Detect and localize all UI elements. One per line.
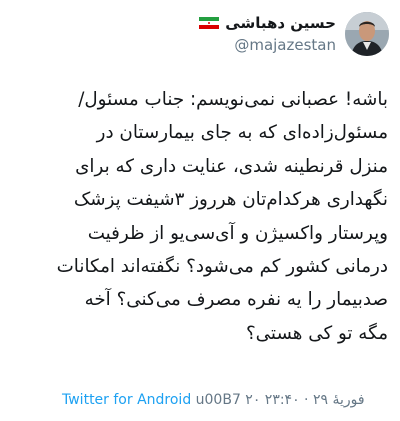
tweet-text-line: وپرستار واکسیژن و آی‌سی‌یو از ظرفیت <box>87 222 388 244</box>
avatar[interactable] <box>345 12 389 56</box>
tweet-footer: Twitter for Android u00B7 ۲۰ فوریهٔ ۲۹ ·… <box>62 392 365 408</box>
tweet-text-line: مگه تو کی هستی؟ <box>245 322 388 344</box>
tweet-timestamp[interactable]: u00B7 ۲۰ فوریهٔ ۲۹ · ۲۳:۴۰ <box>196 392 365 408</box>
iran-flag-icon <box>199 17 220 29</box>
author-name[interactable]: حسین دهباشی <box>225 14 336 32</box>
tweet-text-line: نگهداری هرکدام‌تان هرروز ۳شیفت پزشک <box>73 189 388 211</box>
tweet-text-line: باشه! عصبانی نمی‌نویسم: جناب مسئول/ <box>78 89 388 110</box>
author-handle[interactable]: @majazestan <box>234 36 336 54</box>
tweet-text-line: منزل قرنطینه شدی، عنایت داری که برای <box>75 155 388 177</box>
tweet-card: حسین دهباشی @majazestan باشه! عصبانی نمی… <box>0 0 400 421</box>
tweet-text: باشه! عصبانی نمی‌نویسم: جناب مسئول/ مسئو… <box>10 83 388 350</box>
tweet-text-line: مسئول‌زاده‌ای که به جای بیمارستان در <box>96 122 388 144</box>
author-row: حسین دهباشی <box>199 14 336 32</box>
tweet-text-line: درمانی کشور کم می‌شود؟ نگفته‌اند امکانات <box>56 255 388 277</box>
tweet-source-link[interactable]: Twitter for Android <box>62 392 191 408</box>
tweet-text-line: صدبیمار را یه نفره مصرف می‌کنی؟ آخه <box>84 289 388 311</box>
